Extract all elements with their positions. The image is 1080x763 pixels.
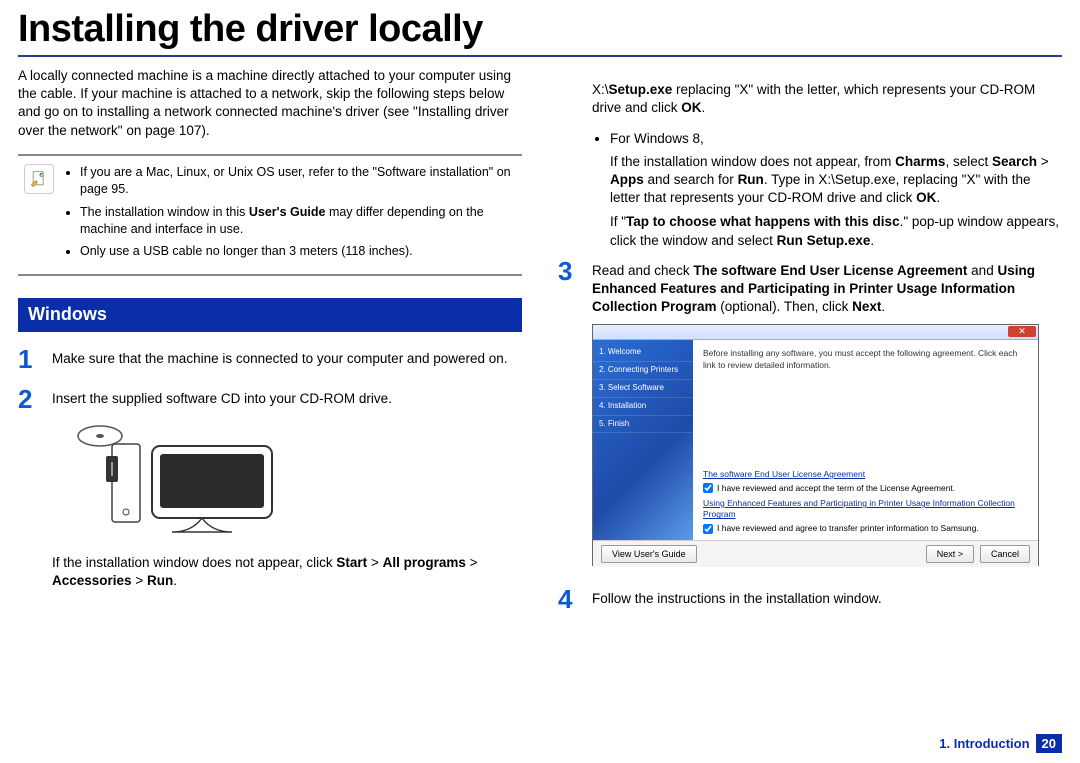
- cancel-button[interactable]: Cancel: [980, 545, 1030, 563]
- installer-titlebar: ✕: [593, 325, 1038, 340]
- step-body: Make sure that the machine is connected …: [52, 346, 522, 376]
- eula-checkbox-label: I have reviewed and accept the term of t…: [717, 483, 955, 494]
- step-2-after: If the installation window does not appe…: [52, 554, 522, 590]
- usage-checkbox[interactable]: [703, 524, 713, 534]
- title-rule: [18, 55, 1062, 57]
- note-item: The installation window in this User's G…: [80, 204, 516, 238]
- installer-sidebar: 1. Welcome 2. Connecting Printers 3. Sel…: [593, 340, 693, 540]
- view-users-guide-button[interactable]: View User's Guide: [601, 545, 697, 563]
- step-body: Insert the supplied software CD into you…: [52, 386, 522, 599]
- page-footer: 1. Introduction 20: [939, 734, 1062, 753]
- installer-main: Before installing any software, you must…: [693, 340, 1038, 540]
- sidebar-item-welcome: 1. Welcome: [593, 344, 693, 362]
- right-top-line1: X:\Setup.exe replacing "X" with the lett…: [592, 81, 1062, 117]
- usage-checkbox-row[interactable]: I have reviewed and agree to transfer pr…: [703, 523, 1028, 534]
- windows8-bullet: For Windows 8, If the installation windo…: [592, 130, 1062, 249]
- eula-checkbox[interactable]: [703, 483, 713, 493]
- step-2: 2 Insert the supplied software CD into y…: [18, 386, 522, 599]
- step-number: 2: [18, 386, 40, 599]
- left-column: A locally connected machine is a machine…: [18, 67, 522, 763]
- step-3: 3 Read and check The software End User L…: [558, 258, 1062, 577]
- installer-footer: View User's Guide Next > Cancel: [593, 540, 1038, 567]
- sidebar-item-connecting: 2. Connecting Printers: [593, 362, 693, 380]
- usage-checkbox-label: I have reviewed and agree to transfer pr…: [717, 523, 979, 534]
- next-button[interactable]: Next >: [926, 545, 974, 563]
- windows8-p1: If the installation window does not appe…: [610, 153, 1062, 208]
- installer-intro-text: Before installing any software, you must…: [703, 348, 1028, 371]
- cd-computer-illustration: [62, 416, 292, 546]
- chapter-label: 1. Introduction: [939, 736, 1029, 751]
- step-number: 3: [558, 258, 580, 577]
- eula-checkbox-row[interactable]: I have reviewed and accept the term of t…: [703, 483, 1028, 494]
- page-title: Installing the driver locally: [18, 8, 1062, 51]
- step-4: 4 Follow the instructions in the install…: [558, 586, 1062, 616]
- note-item: If you are a Mac, Linux, or Unix OS user…: [80, 164, 516, 198]
- right-column: X:\Setup.exe replacing "X" with the lett…: [558, 67, 1062, 763]
- sidebar-item-finish: 5. Finish: [593, 416, 693, 434]
- step-body: Follow the instructions in the installat…: [592, 586, 1062, 616]
- eula-link[interactable]: The software End User License Agreement: [703, 469, 1028, 480]
- note-box: If you are a Mac, Linux, or Unix OS user…: [18, 154, 522, 276]
- sidebar-item-installation: 4. Installation: [593, 398, 693, 416]
- step-1: 1 Make sure that the machine is connecte…: [18, 346, 522, 376]
- installer-window-screenshot: ✕ 1. Welcome 2. Connecting Printers 3. S…: [592, 324, 1039, 566]
- page-number: 20: [1036, 734, 1062, 753]
- bullet-label: For Windows 8,: [610, 131, 704, 146]
- note-item: Only use a USB cable no longer than 3 me…: [80, 243, 516, 260]
- section-heading-windows: Windows: [18, 298, 522, 331]
- note-list: If you are a Mac, Linux, or Unix OS user…: [64, 164, 516, 266]
- intro-paragraph: A locally connected machine is a machine…: [18, 67, 522, 140]
- note-icon: [24, 164, 54, 194]
- sidebar-item-select-software: 3. Select Software: [593, 380, 693, 398]
- windows8-p2: If "Tap to choose what happens with this…: [610, 213, 1062, 249]
- usage-link[interactable]: Using Enhanced Features and Participatin…: [703, 498, 1028, 521]
- close-icon[interactable]: ✕: [1008, 326, 1036, 337]
- step-number: 4: [558, 586, 580, 616]
- step-number: 1: [18, 346, 40, 376]
- step-body: Read and check The software End User Lic…: [592, 258, 1062, 577]
